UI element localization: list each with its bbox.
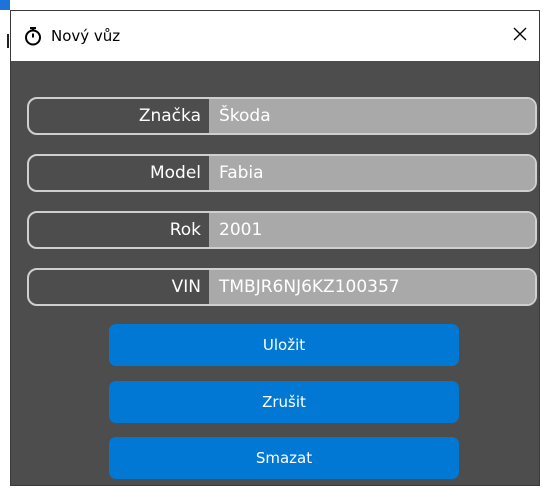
vin-field: VIN TMBJR6NJ6KZ100357 bbox=[27, 268, 537, 306]
window-title: Nový vůz bbox=[51, 27, 121, 45]
year-input[interactable]: 2001 bbox=[209, 213, 535, 247]
close-icon bbox=[512, 26, 528, 46]
vin-input[interactable]: TMBJR6NJ6KZ100357 bbox=[209, 270, 535, 304]
save-button[interactable]: Uložit bbox=[109, 324, 459, 366]
stopwatch-icon bbox=[23, 26, 43, 46]
background-strip bbox=[10, 0, 542, 10]
brand-field: Značka Škoda bbox=[27, 97, 537, 135]
delete-button[interactable]: Smazat bbox=[109, 437, 459, 479]
cancel-button[interactable]: Zrušit bbox=[109, 381, 459, 423]
dialog-window: Nový vůz Značka Škoda Model Fabia Rok 20… bbox=[10, 10, 540, 486]
background-edge bbox=[0, 0, 10, 488]
brand-label: Značka bbox=[138, 106, 201, 126]
model-input[interactable]: Fabia bbox=[209, 156, 535, 190]
background-accent bbox=[0, 0, 10, 10]
title-bar: Nový vůz bbox=[11, 11, 539, 61]
brand-input[interactable]: Škoda bbox=[209, 99, 535, 133]
model-label: Model bbox=[149, 163, 201, 183]
model-field: Model Fabia bbox=[27, 154, 537, 192]
vin-label: VIN bbox=[171, 277, 201, 297]
year-field: Rok 2001 bbox=[27, 211, 537, 249]
close-button[interactable] bbox=[505, 21, 535, 51]
year-label: Rok bbox=[169, 220, 201, 240]
background-marker bbox=[7, 34, 9, 48]
